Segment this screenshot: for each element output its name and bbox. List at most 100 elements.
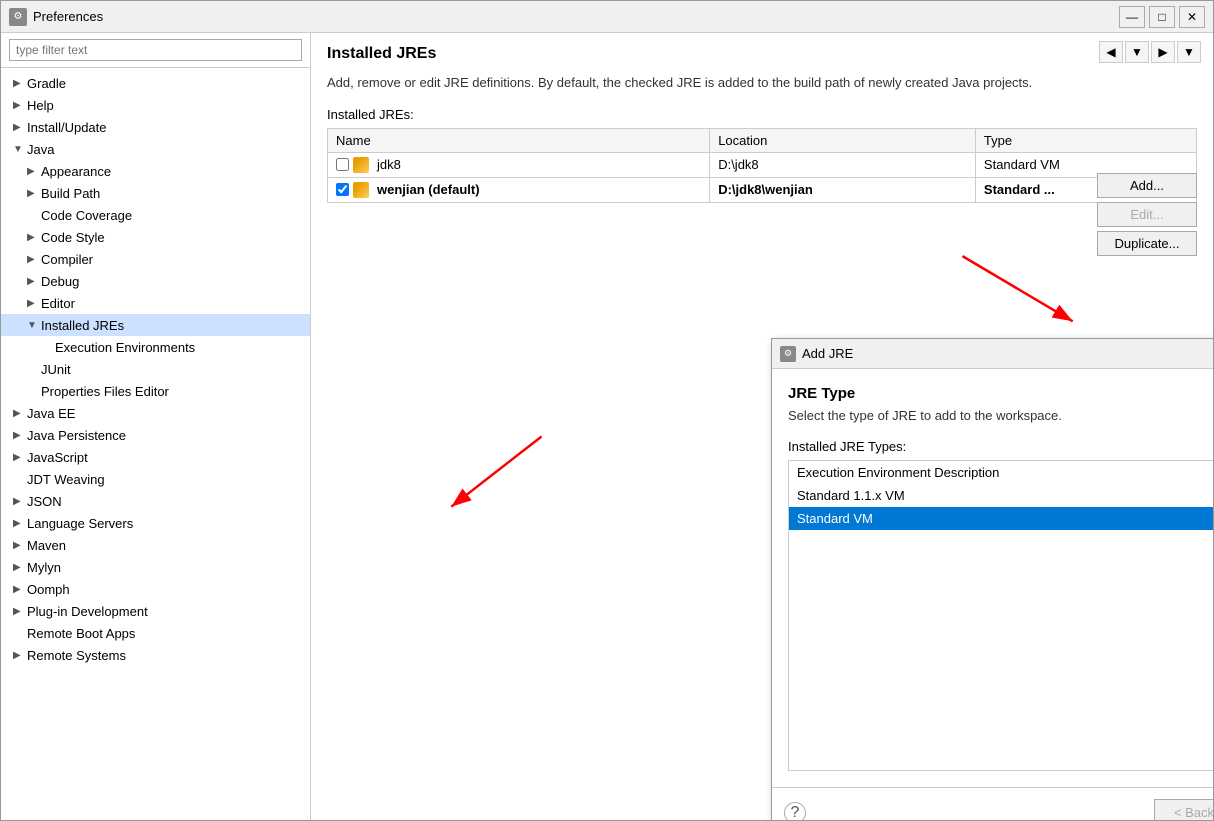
- dialog-body: JRE Type Select the type of JRE to add t…: [772, 369, 1213, 787]
- sidebar-item-jdt-weaving[interactable]: JDT Weaving: [1, 468, 310, 490]
- duplicate-button[interactable]: Duplicate...: [1097, 231, 1197, 256]
- sidebar-item-code-style[interactable]: ▶Code Style: [1, 226, 310, 248]
- tree-arrow-appearance: ▶: [27, 166, 41, 177]
- add-jre-dialog[interactable]: ⚙ Add JRE — □ ✕ JRE Type Select the type…: [771, 338, 1213, 820]
- jre-type-item[interactable]: Execution Environment Description: [789, 461, 1213, 484]
- sidebar-item-installed-jres[interactable]: ▼Installed JREs: [1, 314, 310, 336]
- add-button[interactable]: Add...: [1097, 173, 1197, 198]
- tree-label-jdt-weaving: JDT Weaving: [27, 472, 105, 487]
- sidebar-item-compiler[interactable]: ▶Compiler: [1, 248, 310, 270]
- sidebar: ▶Gradle▶Help▶Install/Update▼Java▶Appeara…: [1, 33, 311, 820]
- right-panel: ◀ ▼ ▶ ▼ Installed JREs Add, remove or ed…: [311, 33, 1213, 820]
- tree-arrow-java-ee: ▶: [13, 408, 27, 419]
- tree-label-java: Java: [27, 142, 54, 157]
- jre-icon: [353, 182, 369, 198]
- tree-label-code-style: Code Style: [41, 230, 105, 245]
- sidebar-item-java-ee[interactable]: ▶Java EE: [1, 402, 310, 424]
- sidebar-item-gradle[interactable]: ▶Gradle: [1, 72, 310, 94]
- tree-label-plug-in-development: Plug-in Development: [27, 604, 148, 619]
- jre-name: wenjian (default): [377, 182, 480, 197]
- toolbar-dropdown-btn[interactable]: ▼: [1125, 41, 1149, 63]
- sidebar-item-javascript[interactable]: ▶JavaScript: [1, 446, 310, 468]
- col-type: Type: [975, 128, 1196, 152]
- sidebar-item-mylyn[interactable]: ▶Mylyn: [1, 556, 310, 578]
- jre-checkbox[interactable]: [336, 183, 349, 196]
- sidebar-item-junit[interactable]: JUnit: [1, 358, 310, 380]
- tree-arrow-language-servers: ▶: [13, 518, 27, 529]
- filter-input[interactable]: [9, 39, 302, 61]
- tree-label-code-coverage: Code Coverage: [41, 208, 132, 223]
- sidebar-item-appearance[interactable]: ▶Appearance: [1, 160, 310, 182]
- tree-label-install-update: Install/Update: [27, 120, 107, 135]
- tree-label-gradle: Gradle: [27, 76, 66, 91]
- sidebar-tree: ▶Gradle▶Help▶Install/Update▼Java▶Appeara…: [1, 68, 310, 820]
- minimize-button[interactable]: —: [1119, 6, 1145, 28]
- sidebar-item-language-servers[interactable]: ▶Language Servers: [1, 512, 310, 534]
- filter-box: [1, 33, 310, 68]
- tree-arrow-install-update: ▶: [13, 122, 27, 133]
- tree-arrow-java: ▼: [13, 144, 27, 155]
- sidebar-item-oomph[interactable]: ▶Oomph: [1, 578, 310, 600]
- jre-type-item[interactable]: Standard VM: [789, 507, 1213, 530]
- tree-arrow-compiler: ▶: [27, 254, 41, 265]
- panel-toolbar: ◀ ▼ ▶ ▼: [1099, 41, 1201, 63]
- table-row[interactable]: jdk8D:\jdk8Standard VM: [328, 152, 1197, 177]
- dialog-section-desc: Select the type of JRE to add to the wor…: [788, 408, 1213, 423]
- toolbar-back-btn[interactable]: ◀: [1099, 41, 1123, 63]
- app-icon: ⚙: [9, 8, 27, 26]
- tree-arrow-code-style: ▶: [27, 232, 41, 243]
- tree-label-javascript: JavaScript: [27, 450, 88, 465]
- tree-arrow-editor: ▶: [27, 298, 41, 309]
- tree-arrow-help: ▶: [13, 100, 27, 111]
- tree-label-language-servers: Language Servers: [27, 516, 133, 531]
- col-location: Location: [710, 128, 976, 152]
- sidebar-item-install-update[interactable]: ▶Install/Update: [1, 116, 310, 138]
- sidebar-item-java-persistence[interactable]: ▶Java Persistence: [1, 424, 310, 446]
- sidebar-item-java[interactable]: ▼Java: [1, 138, 310, 160]
- maximize-button[interactable]: □: [1149, 6, 1175, 28]
- tree-label-compiler: Compiler: [41, 252, 93, 267]
- edit-button[interactable]: Edit...: [1097, 202, 1197, 227]
- jre-location-cell: D:\jdk8\wenjian: [710, 177, 976, 202]
- tree-label-mylyn: Mylyn: [27, 560, 61, 575]
- jre-types-list: Execution Environment DescriptionStandar…: [788, 460, 1213, 771]
- back-button[interactable]: < Back: [1154, 799, 1213, 820]
- jre-name: jdk8: [377, 157, 401, 172]
- sidebar-item-build-path[interactable]: ▶Build Path: [1, 182, 310, 204]
- tree-arrow-installed-jres: ▼: [27, 320, 41, 331]
- main-content: ▶Gradle▶Help▶Install/Update▼Java▶Appeara…: [1, 33, 1213, 820]
- col-name: Name: [328, 128, 710, 152]
- sidebar-item-plug-in-development[interactable]: ▶Plug-in Development: [1, 600, 310, 622]
- tree-arrow-build-path: ▶: [27, 188, 41, 199]
- sidebar-item-debug[interactable]: ▶Debug: [1, 270, 310, 292]
- dialog-icon: ⚙: [780, 346, 796, 362]
- tree-label-junit: JUnit: [41, 362, 71, 377]
- sidebar-item-maven[interactable]: ▶Maven: [1, 534, 310, 556]
- sidebar-item-help[interactable]: ▶Help: [1, 94, 310, 116]
- panel-title: Installed JREs: [327, 45, 1197, 63]
- help-button[interactable]: ?: [784, 802, 806, 821]
- window-title: Preferences: [33, 9, 1119, 24]
- close-button[interactable]: ✕: [1179, 6, 1205, 28]
- tree-arrow-java-persistence: ▶: [13, 430, 27, 441]
- table-row[interactable]: wenjian (default)D:\jdk8\wenjianStandard…: [328, 177, 1197, 202]
- sidebar-item-code-coverage[interactable]: Code Coverage: [1, 204, 310, 226]
- tree-arrow-json: ▶: [13, 496, 27, 507]
- jre-table: Name Location Type jdk8D:\jdk8Standard V…: [327, 128, 1197, 203]
- tree-arrow-plug-in-development: ▶: [13, 606, 27, 617]
- jre-type-item[interactable]: Standard 1.1.x VM: [789, 484, 1213, 507]
- title-bar: ⚙ Preferences — □ ✕: [1, 1, 1213, 33]
- sidebar-item-exec-env[interactable]: Execution Environments: [1, 336, 310, 358]
- toolbar-forward-btn[interactable]: ▶: [1151, 41, 1175, 63]
- jre-checkbox[interactable]: [336, 158, 349, 171]
- window-controls: — □ ✕: [1119, 6, 1205, 28]
- sidebar-item-remote-systems[interactable]: ▶Remote Systems: [1, 644, 310, 666]
- sidebar-item-json[interactable]: ▶JSON: [1, 490, 310, 512]
- sidebar-item-editor[interactable]: ▶Editor: [1, 292, 310, 314]
- tree-arrow-remote-systems: ▶: [13, 650, 27, 661]
- toolbar-forward-dropdown-btn[interactable]: ▼: [1177, 41, 1201, 63]
- tree-label-properties-files-editor: Properties Files Editor: [41, 384, 169, 399]
- tree-label-build-path: Build Path: [41, 186, 100, 201]
- sidebar-item-remote-boot-apps[interactable]: Remote Boot Apps: [1, 622, 310, 644]
- sidebar-item-properties-files-editor[interactable]: Properties Files Editor: [1, 380, 310, 402]
